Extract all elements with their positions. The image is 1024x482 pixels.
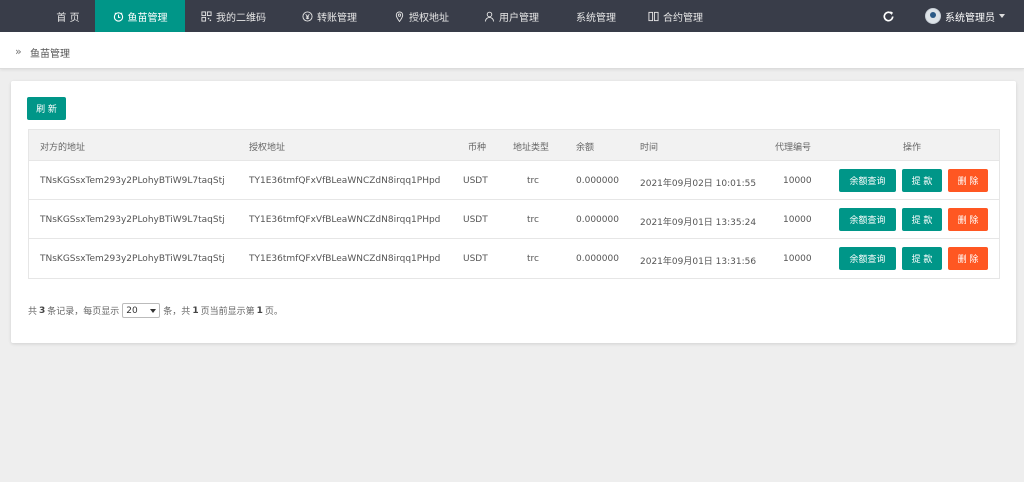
table-row: TNsKGSsxTem293y2PLohyBTiW9L7taqStj TY1E3… bbox=[29, 239, 999, 278]
cell-address: TNsKGSsxTem293y2PLohyBTiW9L7taqStj bbox=[40, 254, 225, 264]
column-header: 操作 bbox=[903, 143, 922, 153]
chevron-down-icon bbox=[999, 14, 1005, 18]
cell-currency: USDT bbox=[463, 215, 488, 225]
yen-icon bbox=[302, 10, 313, 22]
nav-item-label: 首 页 bbox=[56, 12, 80, 24]
nav-item-system[interactable]: 系统管理 bbox=[576, 0, 616, 32]
breadcrumb: » 鱼苗管理 bbox=[0, 32, 1024, 69]
nav-item-transfer[interactable]: 转账管理 bbox=[302, 0, 357, 32]
contract-icon bbox=[648, 11, 659, 22]
data-table: 对方的地址 授权地址 币种 地址类型 余额 时间 代理编号 操作 TNsKGSs… bbox=[28, 129, 1000, 279]
balance-query-button[interactable]: 余额查询 bbox=[839, 169, 896, 192]
withdraw-button[interactable]: 提 款 bbox=[902, 169, 942, 192]
nav-item-label: 授权地址 bbox=[409, 12, 449, 24]
column-header: 余额 bbox=[576, 143, 595, 153]
refresh-list-button[interactable]: 刷 新 bbox=[27, 97, 66, 120]
pagination: 共 3 条记录，每页显示 20 条，共 1 页当前显示第 1 页。 bbox=[28, 303, 283, 318]
cell-balance: 0.000000 bbox=[576, 215, 619, 225]
pager-text: 页当前显示第 bbox=[200, 307, 255, 317]
cell-agent-id: 10000 bbox=[783, 254, 812, 264]
top-nav: 首 页 鱼苗管理 我的二维码 转账管理 授权地址 用户管理 系统管理 合约管理 … bbox=[0, 0, 1024, 32]
cell-agent-id: 10000 bbox=[783, 176, 812, 186]
breadcrumb-current: 鱼苗管理 bbox=[30, 49, 70, 60]
column-header: 时间 bbox=[640, 143, 659, 153]
column-header: 代理编号 bbox=[775, 143, 812, 153]
cell-currency: USDT bbox=[463, 176, 488, 186]
chevron-down-icon bbox=[150, 308, 157, 313]
location-pin-icon bbox=[394, 11, 405, 22]
total-pages: 1 bbox=[192, 305, 199, 316]
nav-item-users[interactable]: 用户管理 bbox=[484, 0, 539, 32]
nav-item-label: 我的二维码 bbox=[216, 12, 266, 24]
double-chevron-right-icon: » bbox=[15, 45, 22, 58]
withdraw-button[interactable]: 提 款 bbox=[902, 247, 942, 270]
cell-address-type: trc bbox=[527, 176, 539, 186]
withdraw-button[interactable]: 提 款 bbox=[902, 208, 942, 231]
nav-item-fish[interactable]: 鱼苗管理 bbox=[95, 0, 185, 32]
refresh-button[interactable] bbox=[882, 0, 895, 32]
nav-item-label: 系统管理 bbox=[576, 12, 616, 24]
cell-balance: 0.000000 bbox=[576, 176, 619, 186]
balance-query-button[interactable]: 余额查询 bbox=[839, 208, 896, 231]
cell-address: TNsKGSsxTem293y2PLohyBTiW9L7taqStj bbox=[40, 176, 225, 186]
balance-query-button[interactable]: 余额查询 bbox=[839, 247, 896, 270]
column-header: 对方的地址 bbox=[40, 143, 86, 153]
nav-item-home[interactable]: 首 页 bbox=[43, 0, 93, 32]
user-menu[interactable]: 系统管理员 bbox=[925, 0, 1005, 32]
cell-time: 2021年09月02日 10:01:55 bbox=[640, 179, 757, 189]
cell-agent-id: 10000 bbox=[783, 215, 812, 225]
user-icon bbox=[484, 11, 495, 22]
cell-address-type: trc bbox=[527, 215, 539, 225]
column-header: 授权地址 bbox=[249, 143, 286, 153]
cell-time: 2021年09月01日 13:31:56 bbox=[640, 257, 757, 267]
pager-text: 条，共 bbox=[163, 307, 191, 317]
current-page: 1 bbox=[256, 305, 263, 316]
cell-time: 2021年09月01日 13:35:24 bbox=[640, 218, 757, 228]
delete-button[interactable]: 删 除 bbox=[948, 169, 988, 192]
pager-text: 条记录，每页显示 bbox=[47, 307, 120, 317]
pager-text: 页。 bbox=[264, 307, 283, 317]
cell-auth-address: TY1E36tmfQFxVfBLeaWNCZdN8irqq1PHpd bbox=[249, 254, 441, 264]
nav-item-label: 转账管理 bbox=[317, 12, 357, 24]
cell-currency: USDT bbox=[463, 254, 488, 264]
cell-auth-address: TY1E36tmfQFxVfBLeaWNCZdN8irqq1PHpd bbox=[249, 176, 441, 186]
total-records: 3 bbox=[39, 305, 46, 316]
nav-item-contract[interactable]: 合约管理 bbox=[648, 0, 703, 32]
column-header: 币种 bbox=[468, 143, 487, 153]
nav-item-qrcode[interactable]: 我的二维码 bbox=[201, 0, 266, 32]
avatar bbox=[925, 8, 941, 24]
refresh-icon bbox=[882, 10, 895, 23]
page-size-value: 20 bbox=[126, 305, 138, 316]
content-card: 刷 新 对方的地址 授权地址 币种 地址类型 余额 时间 代理编号 操作 TNs… bbox=[11, 81, 1016, 343]
nav-item-label: 合约管理 bbox=[663, 12, 703, 24]
user-menu-label: 系统管理员 bbox=[945, 12, 995, 24]
cell-balance: 0.000000 bbox=[576, 254, 619, 264]
column-header: 地址类型 bbox=[513, 143, 550, 153]
delete-button[interactable]: 删 除 bbox=[948, 208, 988, 231]
cell-address-type: trc bbox=[527, 254, 539, 264]
cell-address: TNsKGSsxTem293y2PLohyBTiW9L7taqStj bbox=[40, 215, 225, 225]
page-size-select[interactable]: 20 bbox=[122, 303, 161, 318]
table-row: TNsKGSsxTem293y2PLohyBTiW9L7taqStj TY1E3… bbox=[29, 200, 999, 239]
qrcode-icon bbox=[201, 10, 212, 22]
delete-button[interactable]: 删 除 bbox=[948, 247, 988, 270]
nav-item-auth-address[interactable]: 授权地址 bbox=[394, 0, 449, 32]
nav-item-label: 鱼苗管理 bbox=[127, 12, 168, 24]
cell-auth-address: TY1E36tmfQFxVfBLeaWNCZdN8irqq1PHpd bbox=[249, 215, 441, 225]
nav-item-label: 用户管理 bbox=[499, 12, 539, 24]
pager-text: 共 bbox=[28, 307, 38, 317]
table-header: 对方的地址 授权地址 币种 地址类型 余额 时间 代理编号 操作 bbox=[29, 130, 999, 161]
table-row: TNsKGSsxTem293y2PLohyBTiW9L7taqStj TY1E3… bbox=[29, 161, 999, 200]
timer-icon bbox=[113, 11, 124, 22]
